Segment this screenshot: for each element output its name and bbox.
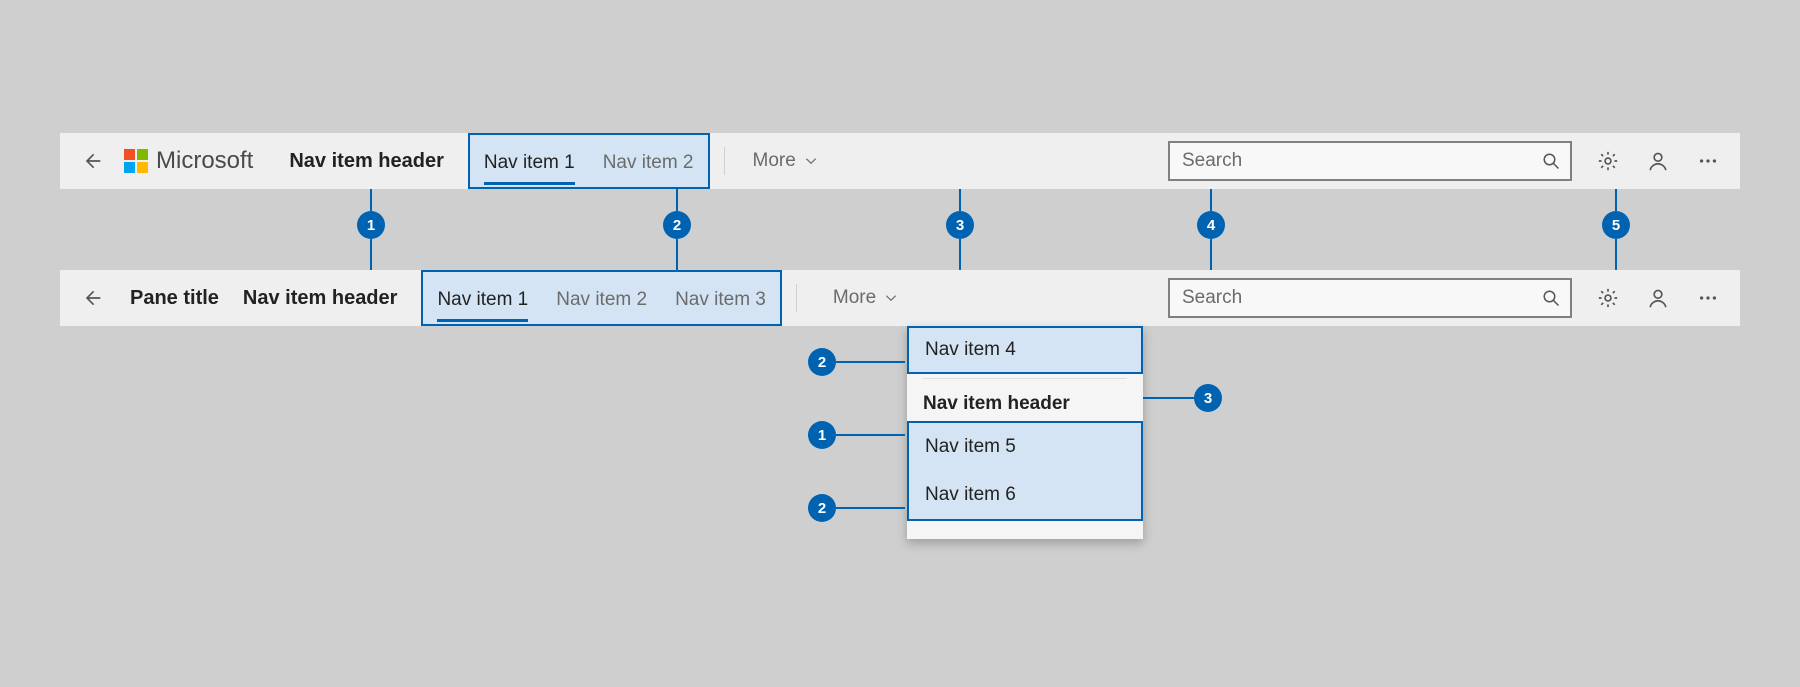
callout-badge-3-lower: 3 xyxy=(1194,384,1222,412)
toolbar-right-icons xyxy=(1580,139,1730,183)
brand-text: Microsoft xyxy=(156,147,253,175)
settings-button[interactable] xyxy=(1586,139,1630,183)
person-icon xyxy=(1647,150,1669,172)
microsoft-logo: Microsoft xyxy=(124,147,253,175)
callout-connector xyxy=(959,189,961,211)
callout-badge-1-lower: 1 xyxy=(808,421,836,449)
callout-badge-2-lower-a: 2 xyxy=(808,348,836,376)
person-icon xyxy=(1647,287,1669,309)
top-nav-bar-2: Pane title Nav item header Nav item 1 Na… xyxy=(60,270,1740,326)
more-button[interactable]: More xyxy=(739,150,832,172)
arrow-left-icon xyxy=(82,288,102,308)
dropdown-header: Nav item header xyxy=(907,379,1143,421)
chevron-down-icon xyxy=(884,291,898,305)
callout-badge-1: 1 xyxy=(357,211,385,239)
search-icon xyxy=(1542,152,1560,170)
nav-item-label: Nav item 1 xyxy=(437,289,528,311)
callout-connector xyxy=(370,189,372,211)
callout-connector xyxy=(1143,397,1194,399)
dropdown-item-4[interactable]: Nav item 4 xyxy=(907,326,1143,374)
more-button[interactable]: More xyxy=(819,287,912,309)
nav-item-1[interactable]: Nav item 1 xyxy=(423,272,542,328)
top-nav-bar-1: Microsoft Nav item header Nav item 1 Nav… xyxy=(60,133,1740,189)
callout-connector xyxy=(676,239,678,270)
overflow-button[interactable] xyxy=(1686,276,1730,320)
search-placeholder: Search xyxy=(1182,287,1242,309)
nav-item-2[interactable]: Nav item 2 xyxy=(589,135,708,191)
settings-button[interactable] xyxy=(1586,276,1630,320)
more-dropdown: Nav item 4 Nav item header Nav item 5 Na… xyxy=(907,326,1143,539)
nav-item-label: Nav item 2 xyxy=(603,152,694,174)
nav-item-1[interactable]: Nav item 1 xyxy=(470,135,589,191)
dropdown-item-label: Nav item 6 xyxy=(925,484,1016,506)
callout-connector xyxy=(1210,239,1212,270)
callout-connector xyxy=(959,239,961,270)
separator xyxy=(796,284,797,312)
toolbar-right-icons xyxy=(1580,276,1730,320)
dropdown-item-label: Nav item 5 xyxy=(925,436,1016,458)
account-button[interactable] xyxy=(1636,276,1680,320)
callout-connector xyxy=(1615,239,1617,270)
callout-connector xyxy=(370,239,372,270)
back-button[interactable] xyxy=(70,276,114,320)
nav-item-header: Nav item header xyxy=(289,150,444,173)
more-label: More xyxy=(753,150,796,172)
callout-connector xyxy=(836,361,905,363)
nav-items-highlight-group: Nav item 1 Nav item 2 Nav item 3 xyxy=(421,270,781,326)
separator xyxy=(724,147,725,175)
gear-icon xyxy=(1597,150,1619,172)
more-horizontal-icon xyxy=(1697,150,1719,172)
account-button[interactable] xyxy=(1636,139,1680,183)
dropdown-items-highlight-group: Nav item 5 Nav item 6 xyxy=(907,421,1143,521)
callout-badge-4: 4 xyxy=(1197,211,1225,239)
callout-connector xyxy=(1615,189,1617,211)
callout-connector xyxy=(676,189,678,211)
search-input[interactable]: Search xyxy=(1168,141,1572,181)
nav-item-label: Nav item 1 xyxy=(484,152,575,174)
search-placeholder: Search xyxy=(1182,150,1242,172)
nav-item-3[interactable]: Nav item 3 xyxy=(661,272,780,328)
nav-item-label: Nav item 3 xyxy=(675,289,766,311)
callout-badge-5: 5 xyxy=(1602,211,1630,239)
callout-badge-2: 2 xyxy=(663,211,691,239)
more-horizontal-icon xyxy=(1697,287,1719,309)
overflow-button[interactable] xyxy=(1686,139,1730,183)
callout-connector xyxy=(836,434,905,436)
arrow-left-icon xyxy=(82,151,102,171)
search-input[interactable]: Search xyxy=(1168,278,1572,318)
back-button[interactable] xyxy=(70,139,114,183)
nav-item-2[interactable]: Nav item 2 xyxy=(542,272,661,328)
more-label: More xyxy=(833,287,876,309)
callout-badge-2-lower-b: 2 xyxy=(808,494,836,522)
callout-connector xyxy=(1210,189,1212,211)
search-icon xyxy=(1542,289,1560,307)
callout-badge-3: 3 xyxy=(946,211,974,239)
dropdown-item-6[interactable]: Nav item 6 xyxy=(909,471,1141,519)
callout-connector xyxy=(836,507,905,509)
nav-items-highlight-group: Nav item 1 Nav item 2 xyxy=(468,133,710,189)
dropdown-item-5[interactable]: Nav item 5 xyxy=(909,423,1141,471)
nav-item-label: Nav item 2 xyxy=(556,289,647,311)
gear-icon xyxy=(1597,287,1619,309)
chevron-down-icon xyxy=(804,154,818,168)
pane-title: Pane title xyxy=(130,287,219,310)
microsoft-logo-icon xyxy=(124,149,148,173)
nav-item-header: Nav item header xyxy=(243,287,398,310)
dropdown-item-label: Nav item 4 xyxy=(925,339,1016,361)
